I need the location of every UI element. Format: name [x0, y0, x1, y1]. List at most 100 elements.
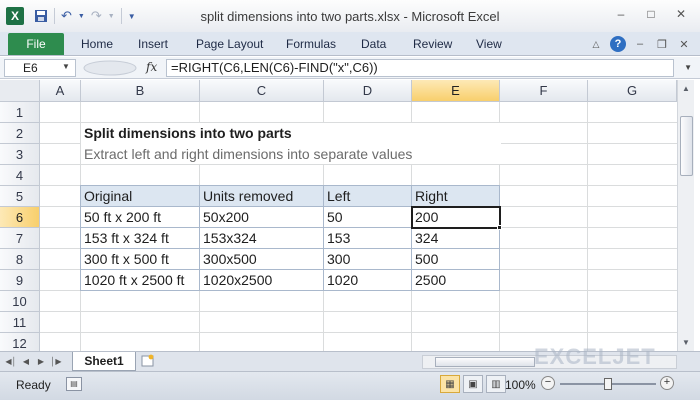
gridline — [40, 164, 677, 165]
row-header-6[interactable]: 6 — [0, 207, 40, 228]
column-header-f[interactable]: F — [500, 80, 588, 102]
formula-bar-resize-icon[interactable] — [80, 59, 140, 77]
horizontal-scroll-thumb[interactable] — [435, 357, 535, 367]
column-header-g[interactable]: G — [588, 80, 677, 102]
table-border — [80, 185, 500, 186]
workbook-restore-icon[interactable]: ❐ — [654, 36, 670, 52]
table-cell[interactable]: 50 ft x 200 ft — [81, 209, 161, 225]
name-box-dropdown-icon[interactable]: ▼ — [62, 62, 70, 71]
tab-formulas[interactable]: Formulas — [286, 37, 336, 51]
last-sheet-icon[interactable]: │▶ — [50, 355, 61, 367]
column-header-b[interactable]: B — [81, 80, 200, 102]
normal-view-icon[interactable]: ▦ — [440, 375, 460, 393]
page-break-view-icon[interactable]: ▥ — [486, 375, 506, 393]
column-header-d[interactable]: D — [324, 80, 412, 102]
status-ready: Ready — [16, 378, 51, 392]
status-bar: Ready ▤ ▦ ▣ ▥ 100% − + — [0, 371, 700, 400]
row-header-3[interactable]: 3 — [0, 144, 40, 165]
row-header-10[interactable]: 10 — [0, 291, 40, 312]
zoom-slider-thumb[interactable] — [604, 378, 612, 390]
select-all-corner[interactable] — [0, 80, 40, 102]
zoom-slider[interactable] — [560, 378, 656, 390]
table-cell[interactable]: 500 — [412, 251, 438, 267]
tab-review[interactable]: Review — [413, 37, 452, 51]
column-header-c[interactable]: C — [200, 80, 324, 102]
sheet-navigation: ◀│ ◀ ▶ │▶ — [5, 355, 61, 367]
row-header-11[interactable]: 11 — [0, 312, 40, 333]
formula-input[interactable]: =RIGHT(C6,LEN(C6)-FIND("x",C6)) — [166, 59, 674, 77]
view-buttons: ▦ ▣ ▥ — [440, 375, 506, 393]
zoom-in-icon[interactable]: + — [660, 376, 674, 390]
table-border — [80, 269, 500, 270]
workbook-close-icon[interactable]: ✕ — [676, 36, 692, 52]
row-header-8[interactable]: 8 — [0, 249, 40, 270]
sheet-tab-sheet1[interactable]: Sheet1 — [72, 352, 136, 371]
exceljet-watermark: EXCELJET — [534, 344, 656, 369]
tab-insert[interactable]: Insert — [138, 37, 168, 51]
table-header-original[interactable]: Original — [81, 188, 132, 204]
next-sheet-icon[interactable]: ▶ — [36, 355, 46, 367]
table-cell[interactable]: 50x200 — [200, 209, 249, 225]
close-icon[interactable]: ✕ — [668, 4, 694, 24]
insert-sheet-icon[interactable] — [138, 354, 158, 369]
table-cell[interactable]: 300x500 — [200, 251, 257, 267]
tab-file[interactable]: File — [8, 33, 64, 55]
zoom-out-icon[interactable]: − — [541, 376, 555, 390]
table-border — [80, 248, 500, 249]
column-header-e[interactable]: E — [412, 80, 500, 102]
table-cell[interactable]: 1020 ft x 2500 ft — [81, 272, 184, 288]
formula-bar: E6 ▼ fx =RIGHT(C6,LEN(C6)-FIND("x",C6)) … — [0, 57, 700, 79]
table-cell[interactable]: 300 ft x 500 ft — [81, 251, 169, 267]
row-header-1[interactable]: 1 — [0, 102, 40, 123]
sheet-subtitle: Extract left and right dimensions into s… — [84, 146, 413, 162]
worksheet-grid[interactable]: A B C D E F G 1 2 3 4 5 6 7 8 9 10 11 12… — [0, 80, 677, 351]
table-header-left[interactable]: Left — [324, 188, 350, 204]
zoom-level[interactable]: 100% — [505, 378, 536, 392]
table-cell[interactable]: 1020 — [324, 272, 358, 288]
scroll-down-icon[interactable]: ▼ — [682, 338, 690, 347]
table-cell[interactable]: 50 — [324, 209, 343, 225]
minimize-icon[interactable]: – — [608, 4, 634, 24]
help-icon[interactable]: ? — [610, 36, 626, 52]
workbook-minimize-icon[interactable]: – — [632, 36, 648, 52]
window-controls: – □ ✕ — [608, 4, 694, 24]
window-title: split dimensions into two parts.xlsx - M… — [200, 9, 500, 24]
table-header-right[interactable]: Right — [412, 188, 448, 204]
active-cell-selection[interactable] — [411, 206, 501, 229]
title-bar: X ↶ ▼ ↷ ▼ ▼ split dimensions into two pa… — [0, 0, 700, 32]
insert-function-icon[interactable]: fx — [146, 60, 157, 74]
tab-data[interactable]: Data — [361, 37, 386, 51]
row-header-12[interactable]: 12 — [0, 333, 40, 351]
table-cell[interactable]: 153 — [324, 230, 350, 246]
vertical-scrollbar[interactable]: ▲ ▼ — [677, 80, 694, 351]
table-cell[interactable]: 324 — [412, 230, 438, 246]
expand-formula-bar-icon[interactable]: ▼ — [684, 63, 692, 72]
fill-handle[interactable] — [497, 225, 502, 230]
row-header-9[interactable]: 9 — [0, 270, 40, 291]
tab-home[interactable]: Home — [81, 37, 113, 51]
first-sheet-icon[interactable]: ◀│ — [5, 355, 16, 367]
column-header-a[interactable]: A — [40, 80, 81, 102]
minimize-ribbon-icon[interactable]: △ — [588, 36, 604, 52]
scroll-up-icon[interactable]: ▲ — [682, 84, 690, 93]
row-header-7[interactable]: 7 — [0, 228, 40, 249]
prev-sheet-icon[interactable]: ◀ — [21, 355, 31, 367]
macro-recording-icon[interactable]: ▤ — [66, 377, 82, 391]
table-cell[interactable]: 300 — [324, 251, 350, 267]
vertical-scroll-thumb[interactable] — [680, 116, 693, 176]
ribbon-tab-bar: File Home Insert Page Layout Formulas Da… — [0, 32, 700, 56]
page-layout-view-icon[interactable]: ▣ — [463, 375, 483, 393]
tab-view[interactable]: View — [476, 37, 502, 51]
sheet-title: Split dimensions into two parts — [84, 125, 292, 141]
table-cell[interactable]: 153 ft x 324 ft — [81, 230, 169, 246]
tab-page-layout[interactable]: Page Layout — [196, 37, 263, 51]
table-cell[interactable]: 153x324 — [200, 230, 257, 246]
row-header-4[interactable]: 4 — [0, 165, 40, 186]
table-cell[interactable]: 2500 — [412, 272, 446, 288]
row-header-5[interactable]: 5 — [0, 186, 40, 207]
table-header-units-removed[interactable]: Units removed — [200, 188, 293, 204]
table-cell[interactable]: 1020x2500 — [200, 272, 272, 288]
row-header-2[interactable]: 2 — [0, 123, 40, 144]
gridline — [40, 311, 677, 312]
maximize-icon[interactable]: □ — [638, 4, 664, 24]
